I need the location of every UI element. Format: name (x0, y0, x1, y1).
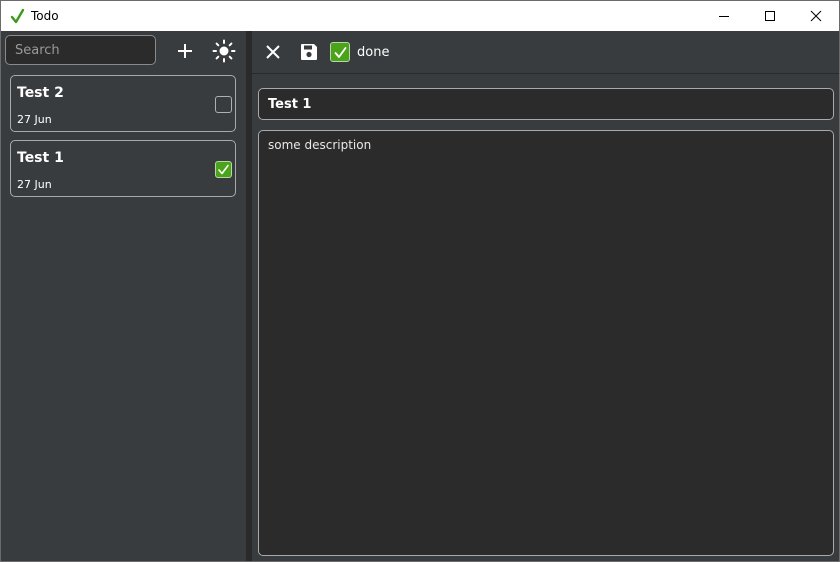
checkmark-icon (334, 46, 346, 58)
done-label[interactable]: done (357, 45, 389, 60)
plus-icon (178, 44, 192, 58)
close-editor-button[interactable] (258, 37, 288, 67)
todo-list-item[interactable]: Test 2 27 Jun (10, 75, 236, 132)
todo-item-date: 27 Jun (17, 178, 52, 191)
title-input[interactable] (258, 88, 834, 120)
todo-item-title: Test 2 (17, 85, 64, 101)
window-title: Todo (31, 9, 59, 23)
check-icon (10, 7, 26, 25)
maximize-button[interactable] (747, 1, 793, 31)
todo-sidebar: Test 2 27 Jun Test 1 27 Jun (1, 31, 246, 561)
todo-done-checkbox[interactable] (215, 96, 232, 113)
todo-list-item[interactable]: Test 1 27 Jun (10, 140, 236, 197)
description-textarea[interactable]: some description (258, 130, 834, 556)
save-icon (301, 44, 317, 60)
todo-editor: done some description (252, 31, 839, 561)
close-icon (810, 10, 822, 22)
save-button[interactable] (294, 37, 324, 67)
window-close-button[interactable] (793, 1, 839, 31)
sun-icon (212, 39, 236, 63)
done-checkbox[interactable] (330, 42, 350, 62)
minimize-button[interactable] (701, 1, 747, 31)
todo-done-checkbox[interactable] (215, 161, 232, 178)
close-icon (266, 45, 280, 59)
editor-toolbar: done (252, 31, 839, 74)
minimize-icon (719, 16, 729, 17)
theme-toggle-button[interactable] (209, 36, 239, 66)
search-input[interactable] (5, 35, 156, 65)
todo-item-title: Test 1 (17, 150, 64, 166)
checkmark-icon (218, 164, 229, 175)
app-window: Todo Test (0, 0, 840, 562)
maximize-icon (765, 11, 775, 21)
title-bar: Todo (1, 1, 839, 31)
todo-item-date: 27 Jun (17, 113, 52, 126)
add-todo-button[interactable] (170, 36, 200, 66)
